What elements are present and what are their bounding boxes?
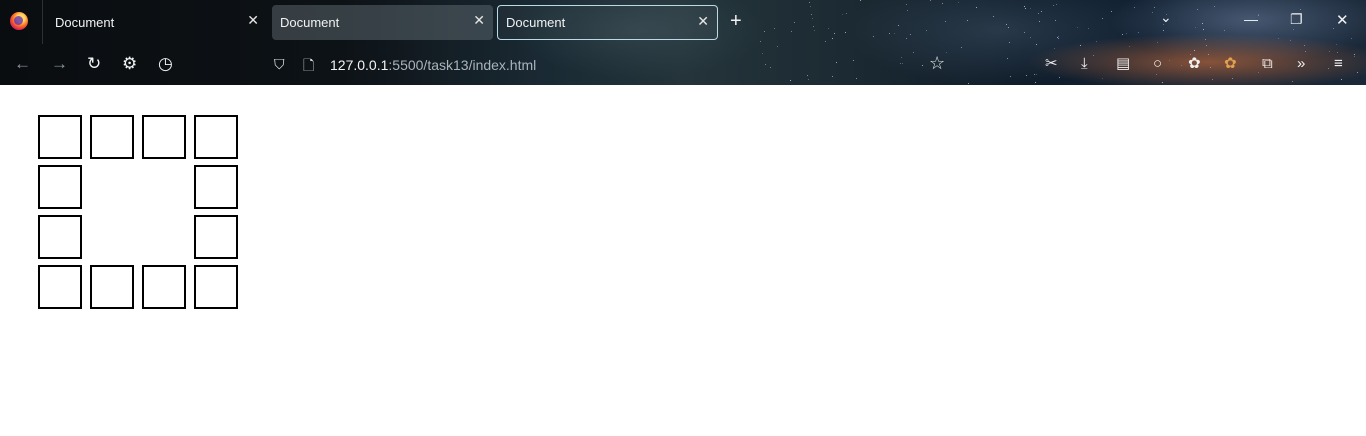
url-host: 127.0.0.1	[330, 57, 389, 73]
minimize-icon[interactable]: —	[1244, 11, 1258, 27]
grid-square	[90, 265, 134, 309]
grid-square	[194, 215, 238, 259]
extensions-puzzle-icon[interactable]: ⧉	[1262, 54, 1273, 74]
page-content	[0, 85, 1366, 436]
firefox-logo-icon[interactable]	[10, 12, 28, 30]
gear-icon[interactable]: ⚙	[122, 54, 137, 74]
grid-square	[142, 265, 186, 309]
hamburger-menu-icon[interactable]: ≡	[1334, 54, 1343, 74]
url-text[interactable]: 127.0.0.1:5500/task13/index.html	[330, 57, 536, 73]
tab-bar: Document ✕ Document ✕ Document ✕ + ⌄ — ❐…	[0, 0, 1366, 44]
new-tab-button[interactable]: +	[730, 10, 742, 32]
reload-icon[interactable]: ↻	[87, 54, 101, 74]
grid-square	[38, 215, 82, 259]
browser-chrome: Document ✕ Document ✕ Document ✕ + ⌄ — ❐…	[0, 0, 1366, 85]
sidebar-icon[interactable]: ▤	[1116, 54, 1130, 74]
grid-square	[142, 115, 186, 159]
close-icon[interactable]: ✕	[247, 12, 259, 29]
close-icon[interactable]: ✕	[473, 12, 485, 29]
tab-title: Document	[506, 15, 566, 30]
shield-icon[interactable]: ⛉	[274, 56, 285, 73]
tab-document-1[interactable]: Document ✕	[47, 5, 267, 40]
grid-square	[38, 115, 82, 159]
close-icon[interactable]: ✕	[697, 13, 709, 30]
tab-separator	[42, 0, 43, 44]
url-bar[interactable]: ⛉ 🗋 127.0.0.1:5500/task13/index.html ☆	[268, 50, 958, 80]
extension-icon[interactable]: ✿	[1224, 54, 1237, 74]
tab-document-active[interactable]: Document ✕	[497, 5, 718, 40]
window-close-icon[interactable]: ✕	[1336, 11, 1349, 29]
overflow-chevron-icon[interactable]: »	[1297, 54, 1305, 74]
history-clock-icon[interactable]: ◷	[158, 54, 173, 74]
bookmark-star-icon[interactable]: ☆	[929, 53, 945, 74]
grid-square	[90, 115, 134, 159]
navigation-toolbar: ← → ↻ ⚙ ◷ ⛉ 🗋 127.0.0.1:5500/task13/inde…	[0, 44, 1366, 85]
grid-square	[38, 165, 82, 209]
tab-title: Document	[280, 15, 340, 30]
grid-square	[194, 165, 238, 209]
screenshot-icon[interactable]: ✂	[1045, 54, 1058, 74]
tab-title: Document	[55, 15, 115, 30]
back-arrow-icon[interactable]: ←	[14, 54, 31, 74]
grid-square	[194, 265, 238, 309]
forward-arrow-icon[interactable]: →	[51, 54, 68, 74]
tab-document-2[interactable]: Document ✕	[272, 5, 493, 40]
list-all-tabs-icon[interactable]: ⌄	[1160, 9, 1172, 26]
cookie-icon[interactable]: ✿	[1188, 54, 1201, 74]
url-path: :5500/task13/index.html	[388, 57, 537, 73]
account-circle-icon[interactable]: ○	[1153, 54, 1162, 74]
grid-square	[194, 115, 238, 159]
download-icon[interactable]: ⤓	[1081, 54, 1088, 74]
grid-square	[38, 265, 82, 309]
maximize-icon[interactable]: ❐	[1290, 11, 1303, 28]
page-icon[interactable]: 🗋	[303, 55, 314, 79]
